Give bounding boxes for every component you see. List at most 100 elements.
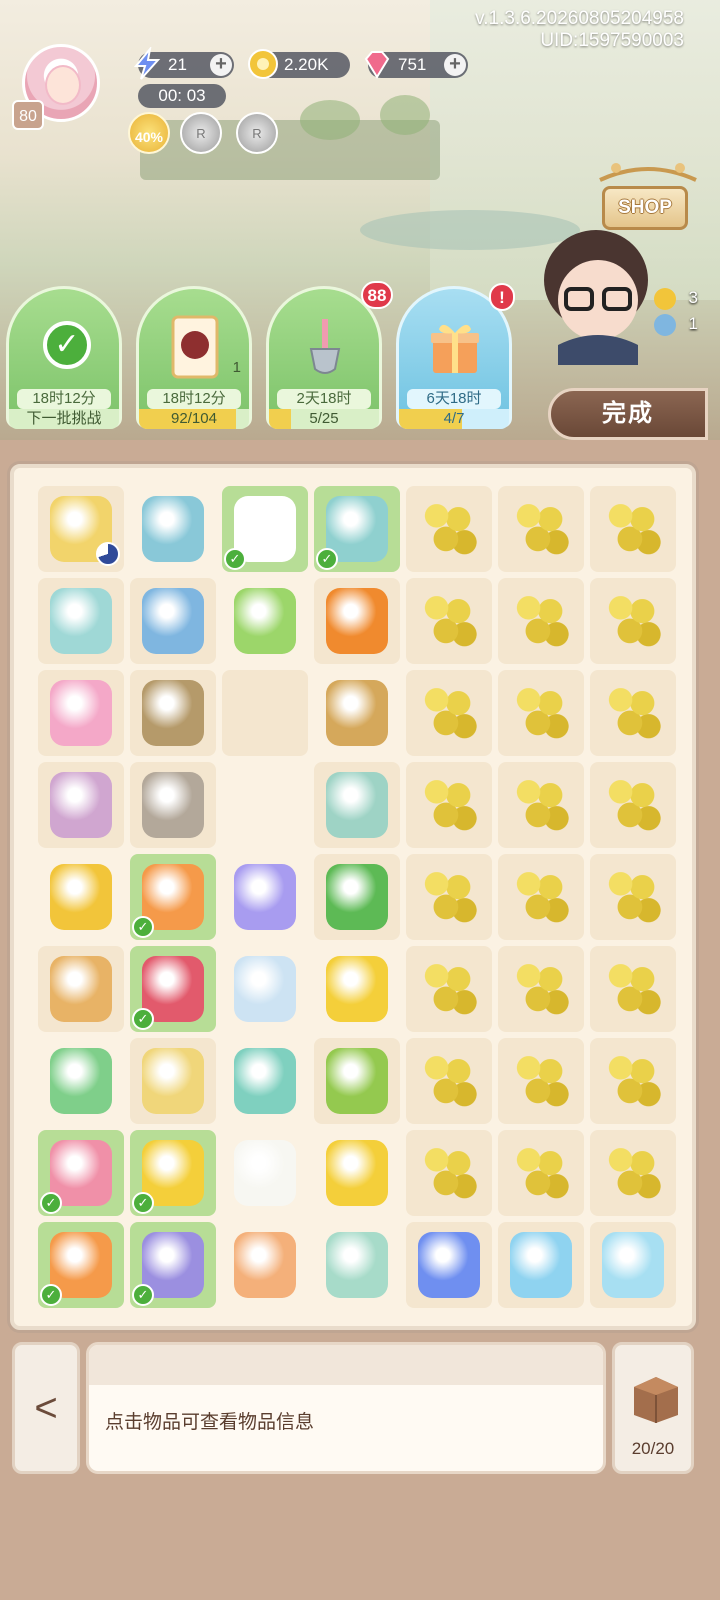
board-cell[interactable] [130,578,216,664]
calla-lily-item[interactable] [234,1140,296,1206]
green-pear-sprite-item[interactable] [234,588,296,654]
board-cell[interactable] [498,670,584,756]
ticket-bundle-item[interactable] [234,864,296,930]
storage-box-button[interactable]: 20/20 [612,1342,694,1474]
board-cell[interactable] [590,578,676,664]
golden-berry-item[interactable] [602,1140,664,1206]
golden-berry-item[interactable] [510,1140,572,1206]
board-cell[interactable] [498,762,584,848]
golden-berry-item[interactable] [602,496,664,562]
board-cell[interactable]: ✓ [130,854,216,940]
board-cell[interactable] [498,1038,584,1124]
golden-berry-item[interactable] [418,956,480,1022]
task-card-garden[interactable]: 2天18时 5/25 88 [266,281,393,429]
board-cell[interactable] [314,1130,400,1216]
water-drop-sprite-item[interactable] [326,1232,388,1298]
golden-berry-item[interactable] [418,1140,480,1206]
fish-bubble-item[interactable] [602,1232,664,1298]
board-cell[interactable] [222,670,308,756]
board-cell[interactable] [38,1038,124,1124]
board-cell[interactable] [498,486,584,572]
shop-button[interactable]: SHOP [602,186,688,230]
board-cell[interactable] [222,854,308,940]
golden-berry-item[interactable] [602,1048,664,1114]
board-cell[interactable] [38,486,124,572]
golden-berry-item[interactable] [602,588,664,654]
cat-teacup-saucer-item[interactable] [326,772,388,838]
board-cell[interactable] [590,1038,676,1124]
board-cell[interactable]: ✓ [130,1222,216,1308]
golden-berry-item[interactable] [510,588,572,654]
goldfish-girl-item[interactable] [234,1232,296,1298]
golden-berry-item[interactable] [602,956,664,1022]
green-mirror-item[interactable] [234,1048,296,1114]
board-cell[interactable] [130,762,216,848]
board-cell[interactable] [590,946,676,1032]
boost-badge[interactable]: 40% [128,112,170,154]
green-lime-cluster-item[interactable] [326,1048,388,1114]
board-cell[interactable] [314,946,400,1032]
magic-key-item[interactable] [326,680,388,746]
bunny-mirror-item[interactable] [234,956,296,1022]
board-cell[interactable] [406,946,492,1032]
makeup-brushes-item[interactable] [142,588,204,654]
board-cell[interactable] [130,670,216,756]
lightning-energy-item[interactable] [418,1232,480,1298]
goldfish-bowl-item[interactable] [510,1232,572,1298]
vine-glass-dome-item[interactable] [50,588,112,654]
yellow-flower-item[interactable] [326,956,388,1022]
board-cell[interactable] [38,854,124,940]
vanilla-flower-dome-item[interactable] [142,1048,204,1114]
board-cell[interactable] [590,486,676,572]
board-cell[interactable] [222,1130,308,1216]
board-cell[interactable] [498,578,584,664]
board-cell[interactable]: ✓ [314,486,400,572]
task-card-gift[interactable]: 6天18时 4/7 ! [396,283,515,429]
board-cell[interactable] [314,762,400,848]
board-cell[interactable] [314,1222,400,1308]
dragonfly-gear-item[interactable] [142,772,204,838]
board-cell[interactable] [406,1130,492,1216]
golden-berry-item[interactable] [602,864,664,930]
golden-berry-item[interactable] [602,680,664,746]
board-cell[interactable] [498,1130,584,1216]
board-cell[interactable] [590,1222,676,1308]
back-button[interactable]: < [12,1342,80,1474]
golden-berry-item[interactable] [510,1048,572,1114]
board-cell[interactable] [38,670,124,756]
board-cell[interactable] [314,578,400,664]
board-cell[interactable]: ✓ [130,946,216,1032]
golden-berry-item[interactable] [602,772,664,838]
golden-berry-item[interactable] [510,864,572,930]
pineapple-item[interactable] [50,864,112,930]
done-button[interactable]: 完成 [548,388,708,440]
golden-berry-item[interactable] [418,496,480,562]
board-cell[interactable] [314,670,400,756]
board-cell[interactable] [498,946,584,1032]
task-card-challenge[interactable]: ✓ 18时12分 下一批挑战 [6,286,122,429]
golden-berry-item[interactable] [510,772,572,838]
green-gift-box-item[interactable] [326,864,388,930]
board-cell[interactable] [406,1222,492,1308]
board-cell[interactable] [222,946,308,1032]
yellow-flower-vine-item[interactable] [326,1140,388,1206]
board-cell[interactable] [222,1038,308,1124]
kumquat-item[interactable] [326,588,388,654]
board-cell[interactable]: ✓ [222,486,308,572]
board-cell[interactable]: ✓ [38,1222,124,1308]
board-cell[interactable] [498,854,584,940]
golden-berry-item[interactable] [510,680,572,746]
add-gem-button[interactable]: + [444,54,466,76]
board-cell[interactable] [38,946,124,1032]
board-cell[interactable] [590,762,676,848]
board-cell[interactable] [406,670,492,756]
board-cell[interactable] [590,670,676,756]
npc-character[interactable] [538,225,658,365]
board-cell[interactable]: ✓ [130,1130,216,1216]
fairy-garden-item[interactable] [142,496,204,562]
medal-icon[interactable]: R [236,112,278,154]
board-cell[interactable] [130,486,216,572]
tree-glass-dome-item[interactable] [50,772,112,838]
golden-berry-item[interactable] [418,772,480,838]
board-cell[interactable] [314,854,400,940]
